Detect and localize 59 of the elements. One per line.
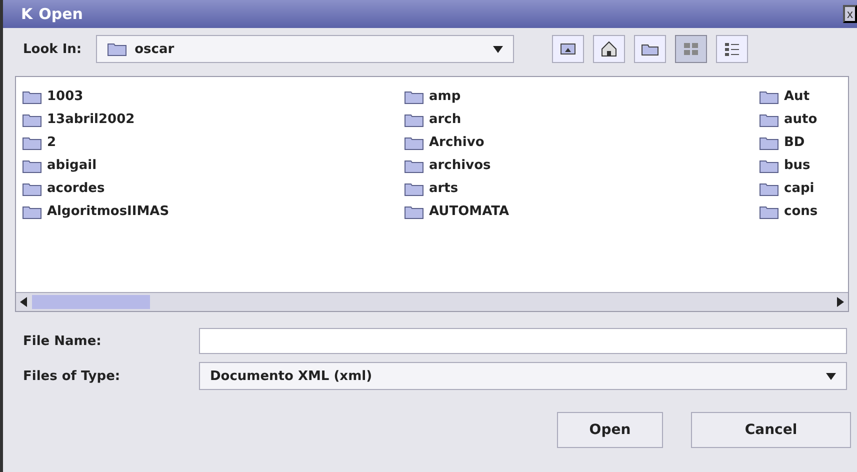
folder-name[interactable]: bus — [784, 158, 810, 173]
folder-icon — [759, 136, 779, 150]
field-label: Look In: — [23, 42, 82, 56]
folder-icon — [759, 158, 779, 172]
look-in-dropdown[interactable]: oscar — [96, 35, 514, 63]
folder-name[interactable]: AlgoritmosIIMAS — [47, 204, 170, 219]
folder-icon — [22, 182, 42, 196]
folder-name[interactable]: auto — [784, 112, 818, 127]
folder-icon — [759, 204, 779, 218]
folder-name[interactable]: arch — [429, 112, 462, 127]
scroll-right-icon — [835, 297, 845, 307]
folder-icon — [404, 182, 424, 196]
folder-icon — [404, 204, 424, 218]
folder-name[interactable]: AUTOMATA — [429, 204, 510, 219]
folder-name[interactable]: acordes — [47, 181, 105, 196]
folder-icon — [404, 112, 424, 126]
folder-name[interactable]: amp — [429, 89, 461, 104]
folder-icon — [759, 90, 779, 104]
toolbar-button[interactable] — [592, 35, 625, 63]
file-name-field[interactable] — [199, 328, 847, 354]
folder-icon — [759, 182, 779, 196]
folder-name[interactable]: capi — [784, 181, 814, 196]
scroll-thumb[interactable] — [32, 295, 150, 309]
toolbar-button[interactable] — [552, 35, 584, 63]
scrollbar[interactable] — [16, 292, 848, 311]
folder-icon — [22, 112, 42, 126]
folder-name[interactable]: 13abril2002 — [47, 112, 135, 127]
caret-icon — [826, 371, 836, 381]
toolbar-button[interactable] — [716, 35, 748, 63]
caret-icon — [492, 44, 503, 54]
field-label: File Name: — [23, 334, 102, 348]
folder-name[interactable]: 2 — [47, 135, 56, 150]
field-label: Files of Type: — [23, 368, 122, 384]
folder-name[interactable]: abigail — [47, 158, 97, 173]
folder-icon — [759, 112, 779, 126]
folder-icon — [22, 158, 42, 172]
folder-name[interactable]: 1003 — [47, 89, 84, 104]
folder-icon — [22, 90, 42, 104]
folder-icon — [404, 158, 424, 172]
window-title: Open — [38, 5, 83, 23]
open-button[interactable]: Open — [557, 412, 663, 448]
folder-icon — [22, 204, 42, 218]
close-button[interactable]: x — [843, 5, 857, 23]
folder-icon — [404, 90, 424, 104]
app-logo: K — [21, 5, 33, 23]
folder-icon — [106, 42, 127, 56]
folder-name[interactable]: arts — [429, 181, 458, 196]
file-type-dropdown[interactable]: Documento XML (xml) — [199, 362, 847, 390]
toolbar-button[interactable] — [634, 35, 666, 63]
folder-icon — [404, 136, 424, 150]
folder-name[interactable]: Archivo — [429, 135, 484, 150]
folder-name[interactable]: cons — [784, 204, 818, 219]
cancel-button[interactable]: Cancel — [691, 412, 851, 448]
folder-icon — [22, 136, 42, 150]
folder-name[interactable]: Aut — [784, 89, 810, 104]
folder-name[interactable]: BD — [784, 135, 805, 150]
scroll-left-icon — [19, 297, 29, 307]
home-icon — [598, 39, 619, 59]
folder-name[interactable]: archivos — [429, 158, 491, 173]
